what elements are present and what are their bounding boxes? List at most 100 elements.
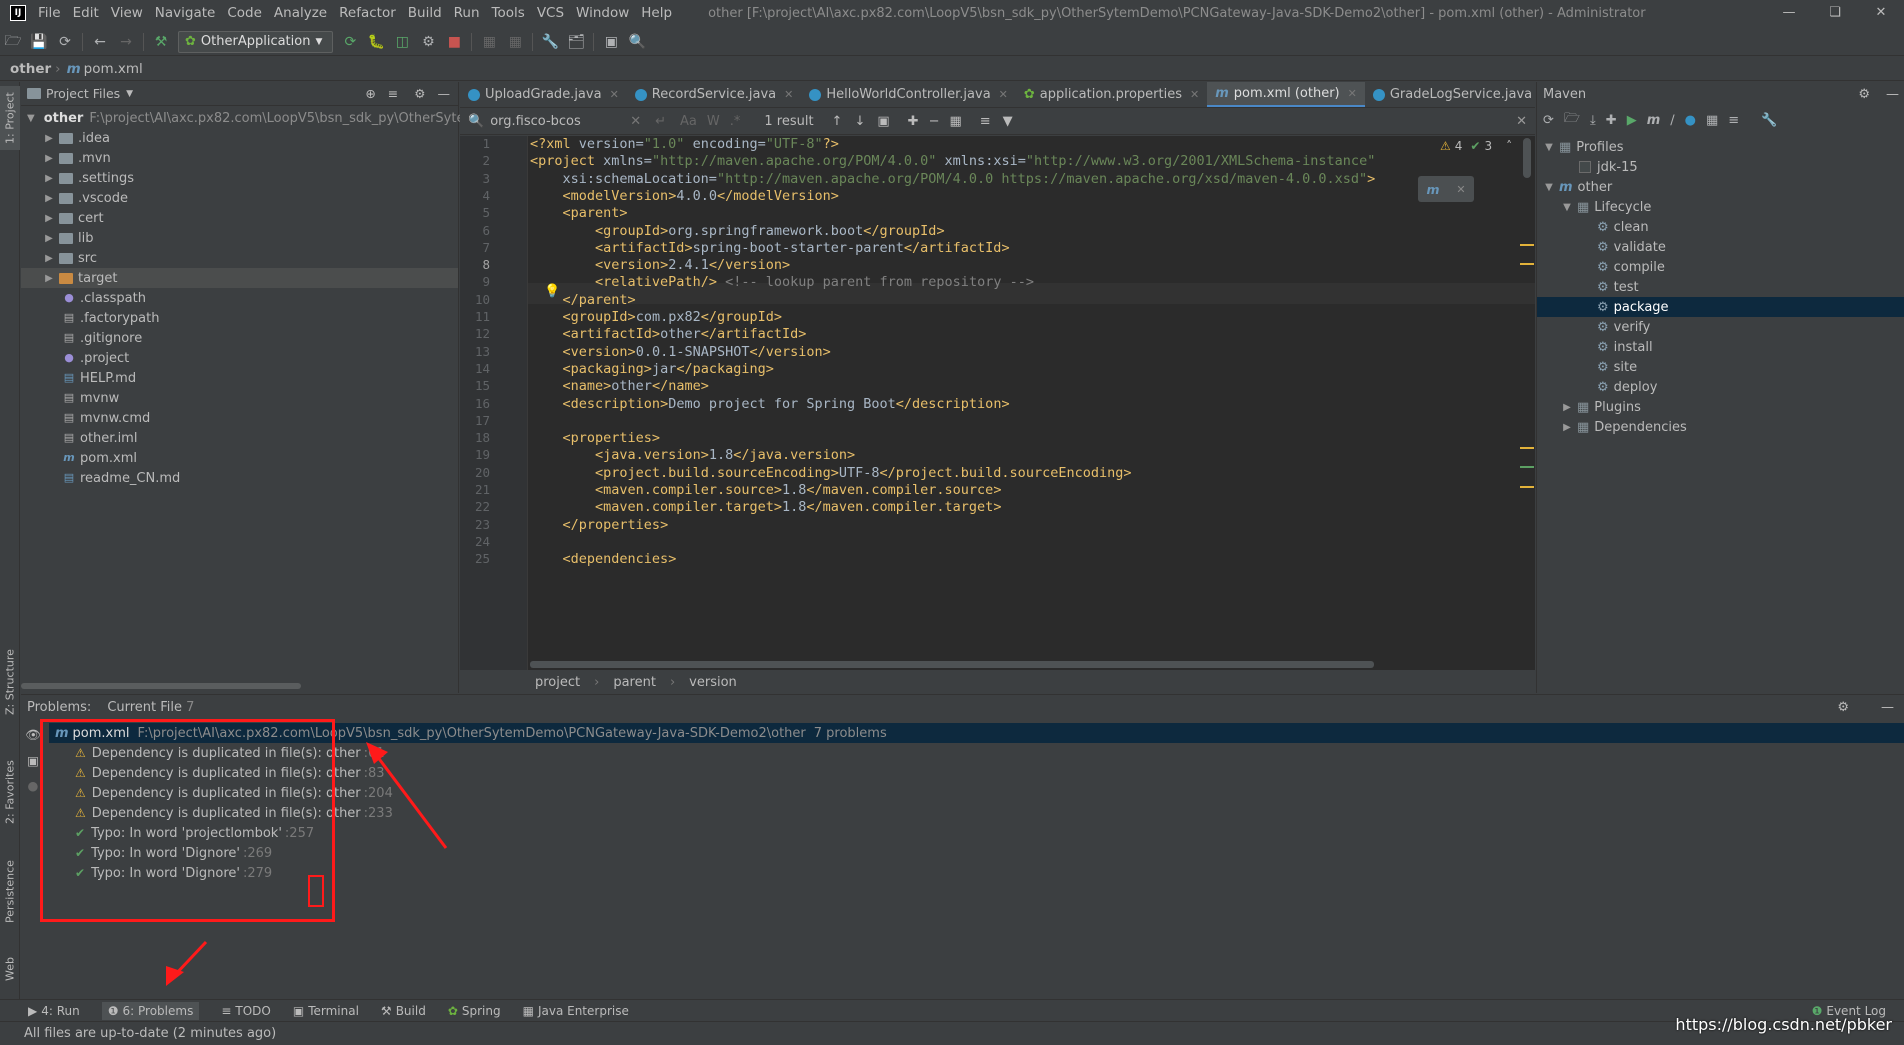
- close-tab-icon[interactable]: ✕: [784, 88, 793, 101]
- chevron-right-icon[interactable]: ▶: [43, 253, 55, 264]
- code-line[interactable]: <java.version>1.8</java.version>: [530, 447, 855, 463]
- tree-file[interactable]: ▤ HELP.md: [21, 368, 458, 388]
- gear-icon[interactable]: ⚙: [1837, 700, 1849, 715]
- code-line[interactable]: <groupId>com.px82</groupId>: [530, 309, 783, 325]
- profile-checkbox[interactable]: [1579, 161, 1591, 173]
- project-view-title[interactable]: Project Files: [46, 86, 120, 101]
- tree-file[interactable]: ▤ mvnw.cmd: [21, 408, 458, 428]
- tree-folder[interactable]: ▶ src: [21, 248, 458, 268]
- whole-words-toggle[interactable]: W: [707, 114, 720, 129]
- lifecycle-goal[interactable]: ⚙ test: [1597, 277, 1639, 297]
- lifecycle-goal[interactable]: ⚙ compile: [1597, 257, 1665, 277]
- tab-current-file[interactable]: Current File 7: [107, 700, 194, 715]
- hide-panel-icon[interactable]: —: [1881, 700, 1894, 715]
- code-line[interactable]: <modelVersion>4.0.0</modelVersion>: [530, 188, 839, 204]
- lifecycle-goal[interactable]: ⚙ install: [1597, 337, 1653, 357]
- chevron-right-icon[interactable]: ▶: [1561, 422, 1573, 433]
- tree-file[interactable]: ▤ other.iml: [21, 428, 458, 448]
- horizontal-scrollbar[interactable]: [21, 683, 301, 689]
- show-dependencies-icon[interactable]: ▦: [1706, 113, 1718, 128]
- close-tab-icon[interactable]: ✕: [1190, 88, 1199, 101]
- tree-folder-target[interactable]: ▶ target: [21, 268, 458, 288]
- nav-project[interactable]: other: [10, 61, 51, 77]
- lifecycle-goal[interactable]: ⚙ validate: [1597, 237, 1666, 257]
- code-line[interactable]: <artifactId>other</artifactId>: [530, 326, 807, 342]
- sync-icon[interactable]: ⟳: [52, 34, 78, 50]
- find-input[interactable]: [490, 114, 631, 129]
- maven-project-other[interactable]: ▼ m other: [1543, 177, 1612, 197]
- tab-pom-xml[interactable]: m pom.xml (other) ✕: [1207, 82, 1365, 107]
- eye-icon[interactable]: 👁: [25, 727, 41, 743]
- chevron-down-icon[interactable]: ▼: [1543, 142, 1555, 153]
- code-line[interactable]: <artifactId>spring-boot-starter-parent</…: [530, 240, 1010, 256]
- profile-icon[interactable]: ⚙: [415, 34, 441, 50]
- close-tab-icon[interactable]: ✕: [1348, 87, 1357, 100]
- nav-file[interactable]: pom.xml: [84, 61, 143, 77]
- chevron-down-icon[interactable]: ▼: [27, 113, 35, 124]
- chevron-right-icon[interactable]: ▶: [43, 133, 55, 144]
- tree-file[interactable]: ▤ .factorypath: [21, 308, 458, 328]
- menu-build[interactable]: Build: [402, 5, 448, 21]
- save-all-icon[interactable]: 💾: [26, 34, 52, 50]
- tree-folder[interactable]: ▶ cert: [21, 208, 458, 228]
- chevron-up-icon[interactable]: ˄: [1506, 139, 1512, 153]
- tab-recordservice[interactable]: RecordService.java ✕: [627, 82, 802, 107]
- stop-icon[interactable]: ■: [441, 34, 467, 50]
- select-all-icon[interactable]: ▦: [949, 114, 961, 129]
- close-icon[interactable]: ✕: [1858, 0, 1904, 26]
- tree-root-other[interactable]: ▼ other F:\project\AI\axc.px82.com\LoopV…: [21, 108, 487, 128]
- code-line[interactable]: </properties>: [530, 517, 669, 533]
- tree-file[interactable]: ▤ readme_CN.md: [21, 468, 458, 488]
- maven-reload-icon[interactable]: m: [1426, 182, 1439, 197]
- collapse-all-icon[interactable]: ≡: [388, 86, 398, 101]
- crumb-parent[interactable]: parent: [613, 675, 656, 690]
- gear-icon[interactable]: ⚙: [414, 86, 425, 101]
- lifecycle-goal[interactable]: ⚙ site: [1597, 357, 1637, 377]
- menu-tools[interactable]: Tools: [486, 5, 531, 21]
- tool-terminal[interactable]: ▣ Terminal: [293, 1004, 359, 1018]
- tab-gradelogservice[interactable]: GradeLogService.java✕: [1365, 82, 1535, 107]
- menu-edit[interactable]: Edit: [67, 5, 105, 21]
- clear-search-icon[interactable]: ✕: [630, 114, 641, 129]
- tree-file[interactable]: ▤ .gitignore: [21, 328, 458, 348]
- tree-file[interactable]: ● .project: [21, 348, 458, 368]
- close-find-icon[interactable]: ✕: [1516, 114, 1527, 129]
- code-line[interactable]: xsi:schemaLocation="http://maven.apache.…: [530, 171, 1376, 187]
- locate-target-icon[interactable]: ⊕: [365, 86, 375, 101]
- tree-file[interactable]: m pom.xml: [21, 448, 458, 468]
- menu-refactor[interactable]: Refactor: [333, 5, 402, 21]
- menu-run[interactable]: Run: [448, 5, 486, 21]
- search-icon[interactable]: 🔍: [624, 34, 650, 50]
- tab-application-properties[interactable]: ✿ application.properties ✕: [1016, 82, 1207, 107]
- maven-lifecycle[interactable]: ▼ ▦ Lifecycle: [1561, 197, 1651, 217]
- previous-occurrence-icon[interactable]: ↑: [832, 114, 843, 129]
- code-editor[interactable]: 1 <?xml version="1.0" encoding="UTF-8"?> 2…: [460, 136, 1535, 670]
- next-occurrence-icon[interactable]: ↓: [854, 114, 865, 129]
- chevron-right-icon[interactable]: ▶: [43, 273, 55, 284]
- add-selection-icon[interactable]: ✚: [908, 114, 919, 129]
- code-line[interactable]: <properties>: [530, 430, 661, 446]
- tree-file[interactable]: ▤ mvnw: [21, 388, 458, 408]
- update-icon[interactable]: ▦: [502, 34, 528, 50]
- menu-code[interactable]: Code: [221, 5, 268, 21]
- close-tab-icon[interactable]: ✕: [999, 88, 1008, 101]
- maven-profiles[interactable]: ▼ ▦ Profiles: [1543, 137, 1623, 157]
- tool-java-enterprise[interactable]: ▦ Java Enterprise: [523, 1004, 629, 1018]
- close-tab-icon[interactable]: ✕: [610, 88, 619, 101]
- code-line[interactable]: <packaging>jar</packaging>: [530, 361, 774, 377]
- terminal-window-icon[interactable]: ▣: [598, 34, 624, 50]
- run-configuration-select[interactable]: ✿ OtherApplication ▼: [178, 30, 334, 53]
- tree-folder[interactable]: ▶ .vscode: [21, 188, 458, 208]
- chevron-down-icon[interactable]: ▼: [1561, 202, 1573, 213]
- code-line[interactable]: <maven.compiler.target>1.8</maven.compil…: [530, 499, 1001, 515]
- open-folder-icon[interactable]: 🗁: [0, 30, 26, 54]
- inspection-widget[interactable]: ⚠4 ✔3 ˄ ˅: [1440, 136, 1530, 156]
- code-line[interactable]: <?xml version="1.0" encoding="UTF-8"?>: [530, 136, 839, 152]
- wrench-icon[interactable]: 🔧: [1761, 113, 1777, 128]
- menu-file[interactable]: File: [32, 5, 67, 21]
- menu-view[interactable]: View: [105, 5, 149, 21]
- code-line[interactable]: <groupId>org.springframework.boot</group…: [530, 223, 945, 239]
- build-hammer-icon[interactable]: ⚒: [148, 34, 174, 50]
- bulb-icon[interactable]: ●: [28, 778, 39, 793]
- tool-todo[interactable]: ≡ TODO: [221, 1004, 271, 1018]
